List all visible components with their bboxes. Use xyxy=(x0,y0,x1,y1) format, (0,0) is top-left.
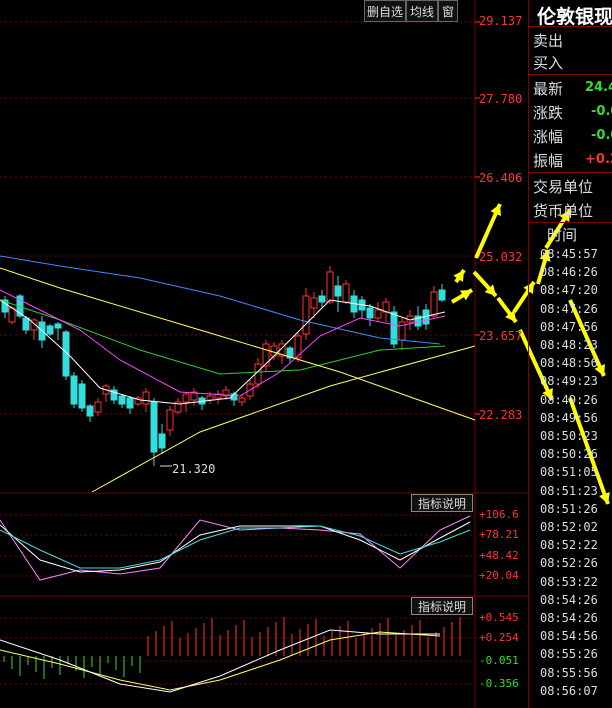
time-list-item: 08:51:23 xyxy=(540,483,598,498)
time-header: 时间 xyxy=(547,226,578,244)
candle-body xyxy=(94,401,102,413)
candle-body xyxy=(238,397,246,403)
candle-body xyxy=(46,325,54,335)
time-list-item: 08:52:26 xyxy=(540,556,598,571)
time-list-item: 08:45:57 xyxy=(540,247,598,261)
indicator1-help-button[interactable]: 指标说明 xyxy=(411,494,473,512)
candle-body xyxy=(430,291,438,317)
price-label-2: 27.780 xyxy=(479,92,523,106)
ind2-label-3: -0.051 xyxy=(479,654,519,667)
quote-panel: 伦敦银现 卖出 买入 最新 24.4 涨跌 -0.0 涨幅 -0.0 振幅 +0… xyxy=(528,0,612,708)
time-list-item: 08:52:22 xyxy=(540,538,598,553)
candle-body xyxy=(334,285,342,297)
candle-body xyxy=(158,433,166,449)
candle-body xyxy=(126,397,134,409)
price-label-3: 26.406 xyxy=(479,171,523,185)
ind1-label-1: +106.6 xyxy=(479,508,519,521)
time-list-item: 08:52:02 xyxy=(540,520,598,534)
kdj-j-line xyxy=(0,525,471,569)
candle-body xyxy=(54,323,62,329)
instrument-title: 伦敦银现 xyxy=(537,6,612,28)
amplitude-label: 振幅 xyxy=(533,152,564,170)
time-list-item: 08:49:23 xyxy=(540,374,598,389)
change-value: -0.0 xyxy=(591,104,612,119)
candle-body xyxy=(86,405,94,417)
chart-window: 删自选 均线 窗 29.137 27.780 26.406 25.032 23.… xyxy=(0,0,612,708)
candlestick-series xyxy=(1,266,446,467)
currency-unit-label: 货币单位 xyxy=(533,202,594,220)
time-list-item: 08:47:56 xyxy=(540,319,598,334)
candle-body xyxy=(302,295,310,335)
candle-body xyxy=(318,295,326,303)
window-button[interactable]: 窗 xyxy=(438,0,458,22)
time-list-item: 08:48:56 xyxy=(540,356,598,371)
candle-body xyxy=(118,395,126,405)
candle-body xyxy=(366,307,374,319)
candle-body xyxy=(150,401,158,453)
trade-unit-label: 交易单位 xyxy=(533,178,594,196)
indicator2-bars xyxy=(0,617,461,693)
moving-average-lines xyxy=(0,255,476,493)
time-list-item: 08:47:26 xyxy=(540,301,598,316)
candle-body xyxy=(8,307,16,323)
time-list-item: 08:51:26 xyxy=(540,501,598,516)
time-list-item: 08:54:26 xyxy=(540,611,598,625)
candle-body xyxy=(182,393,190,403)
time-list-item: 08:48:23 xyxy=(540,338,598,352)
time-list-item: 08:49:56 xyxy=(540,410,598,425)
ind1-label-3: +48.42 xyxy=(479,549,519,562)
ind2-label-1: +0.545 xyxy=(479,611,519,624)
candle-body xyxy=(206,395,214,401)
sell-label: 卖出 xyxy=(533,32,564,50)
candle-body xyxy=(22,317,30,331)
latest-label: 最新 xyxy=(533,80,564,98)
latest-value: 24.4 xyxy=(585,80,612,95)
ind2-label-4: -0.356 xyxy=(479,677,519,690)
candle-body xyxy=(438,289,446,301)
amplitude-value: +0.2 xyxy=(585,152,612,167)
candle-body xyxy=(342,283,350,303)
time-list-item: 08:49:26 xyxy=(540,392,598,407)
time-list-item: 08:47:20 xyxy=(540,283,598,298)
time-list-item: 08:54:56 xyxy=(540,629,598,644)
price-label-6: 22.283 xyxy=(479,408,523,422)
indicator1-lines xyxy=(0,515,471,581)
price-label-5: 23.657 xyxy=(479,329,523,343)
trend-line-up xyxy=(91,345,476,493)
time-list-item: 08:51:05 xyxy=(540,465,598,480)
candle-body xyxy=(310,297,318,309)
change-label: 涨跌 xyxy=(533,104,564,122)
time-list-item: 08:50:26 xyxy=(540,447,598,462)
indicator2-help-button[interactable]: 指标说明 xyxy=(411,597,473,615)
ind2-label-2: +0.254 xyxy=(479,631,519,644)
candle-body xyxy=(326,271,334,303)
candle-body xyxy=(78,383,86,409)
price-label-1: 29.137 xyxy=(479,14,523,28)
pct-label: 涨幅 xyxy=(533,128,564,146)
time-list-item: 08:46:26 xyxy=(540,265,598,280)
delete-watchlist-button[interactable]: 删自选 xyxy=(364,0,406,22)
main-chart-svg xyxy=(0,0,610,708)
pct-value: -0.0 xyxy=(591,128,612,143)
ind1-label-4: +20.04 xyxy=(479,569,519,582)
time-list-item: 08:50:23 xyxy=(540,429,598,443)
candle-body xyxy=(70,375,78,405)
candle-body xyxy=(262,343,270,367)
time-list-item: 08:54:26 xyxy=(540,592,598,607)
time-list-item: 08:53:22 xyxy=(540,574,598,589)
kdj-k-line xyxy=(0,515,471,581)
buy-label: 买入 xyxy=(533,54,564,72)
time-list-item: 08:55:56 xyxy=(540,665,598,680)
candle-body xyxy=(230,393,238,401)
candle-body xyxy=(166,409,174,431)
candle-body xyxy=(142,391,150,405)
time-list-item: 08:55:26 xyxy=(540,647,598,662)
ind1-label-2: +78.21 xyxy=(479,528,519,541)
low-price-marker: 21.320 xyxy=(172,462,216,476)
candle-body xyxy=(294,335,302,359)
candle-body xyxy=(374,309,382,319)
time-list-item: 08:56:07 xyxy=(540,683,598,698)
moving-average-button[interactable]: 均线 xyxy=(406,0,438,22)
price-label-4: 25.032 xyxy=(479,250,523,264)
